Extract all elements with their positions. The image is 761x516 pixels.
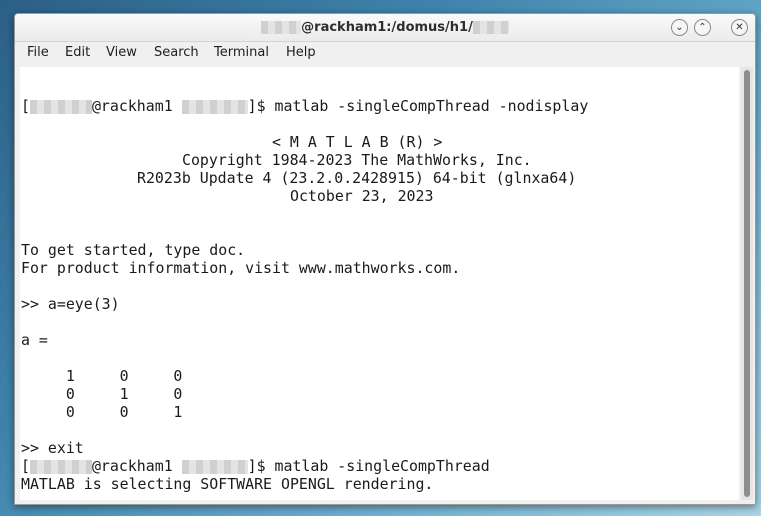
prompt-line-1: [@rackham1 ]$ matlab -singleCompThread -… [21, 97, 589, 115]
matlab-banner-title: < M A T L A B (R) > [272, 133, 443, 151]
redacted-path [472, 21, 509, 34]
command-input-2: >> exit [21, 439, 84, 457]
minimize-button[interactable]: ⌄ [671, 19, 688, 36]
copyright-line: Copyright 1984-2023 The MathWorks, Inc. [182, 151, 532, 169]
redacted-username [261, 21, 302, 34]
menu-bar: File Edit View Search Terminal Help [15, 42, 755, 66]
close-icon: ✕ [735, 22, 744, 33]
matrix-row-3: 0 0 1 [21, 403, 183, 421]
window-title: @rackham1:/domus/h1/ [15, 14, 755, 41]
scrollbar[interactable] [741, 67, 753, 500]
terminal-window: @rackham1:/domus/h1/ ⌄ ⌃ ✕ File Edit Vie… [14, 13, 756, 505]
terminal-output[interactable]: [@rackham1 ]$ matlab -singleCompThread -… [20, 67, 739, 500]
opengl-message: MATLAB is selecting SOFTWARE OPENGL rend… [21, 475, 434, 493]
release-date: October 23, 2023 [290, 187, 434, 205]
help-line: To get started, type doc. [21, 241, 246, 259]
title-bar[interactable]: @rackham1:/domus/h1/ ⌄ ⌃ ✕ [15, 14, 755, 42]
menu-edit[interactable]: Edit [65, 45, 90, 60]
maximize-button[interactable]: ⌃ [694, 19, 711, 36]
menu-file[interactable]: File [27, 45, 49, 60]
version-line: R2023b Update 4 (23.2.0.2428915) 64-bit … [137, 169, 577, 187]
product-info-line: For product information, visit www.mathw… [21, 259, 461, 277]
chevron-down-icon: ⌄ [675, 22, 684, 33]
matrix-row-2: 0 1 0 [21, 385, 183, 403]
close-button[interactable]: ✕ [731, 19, 748, 36]
scrollbar-thumb[interactable] [744, 70, 750, 497]
prompt-line-2: [@rackham1 ]$ matlab -singleCompThread [21, 457, 490, 475]
matrix-row-1: 1 0 0 [21, 367, 183, 385]
menu-view[interactable]: View [106, 45, 137, 60]
menu-search[interactable]: Search [154, 45, 199, 60]
menu-terminal[interactable]: Terminal [214, 45, 269, 60]
chevron-up-icon: ⌃ [698, 22, 707, 33]
menu-help[interactable]: Help [286, 45, 316, 60]
result-label: a = [21, 331, 48, 349]
command-input-1: >> a=eye(3) [21, 295, 120, 313]
